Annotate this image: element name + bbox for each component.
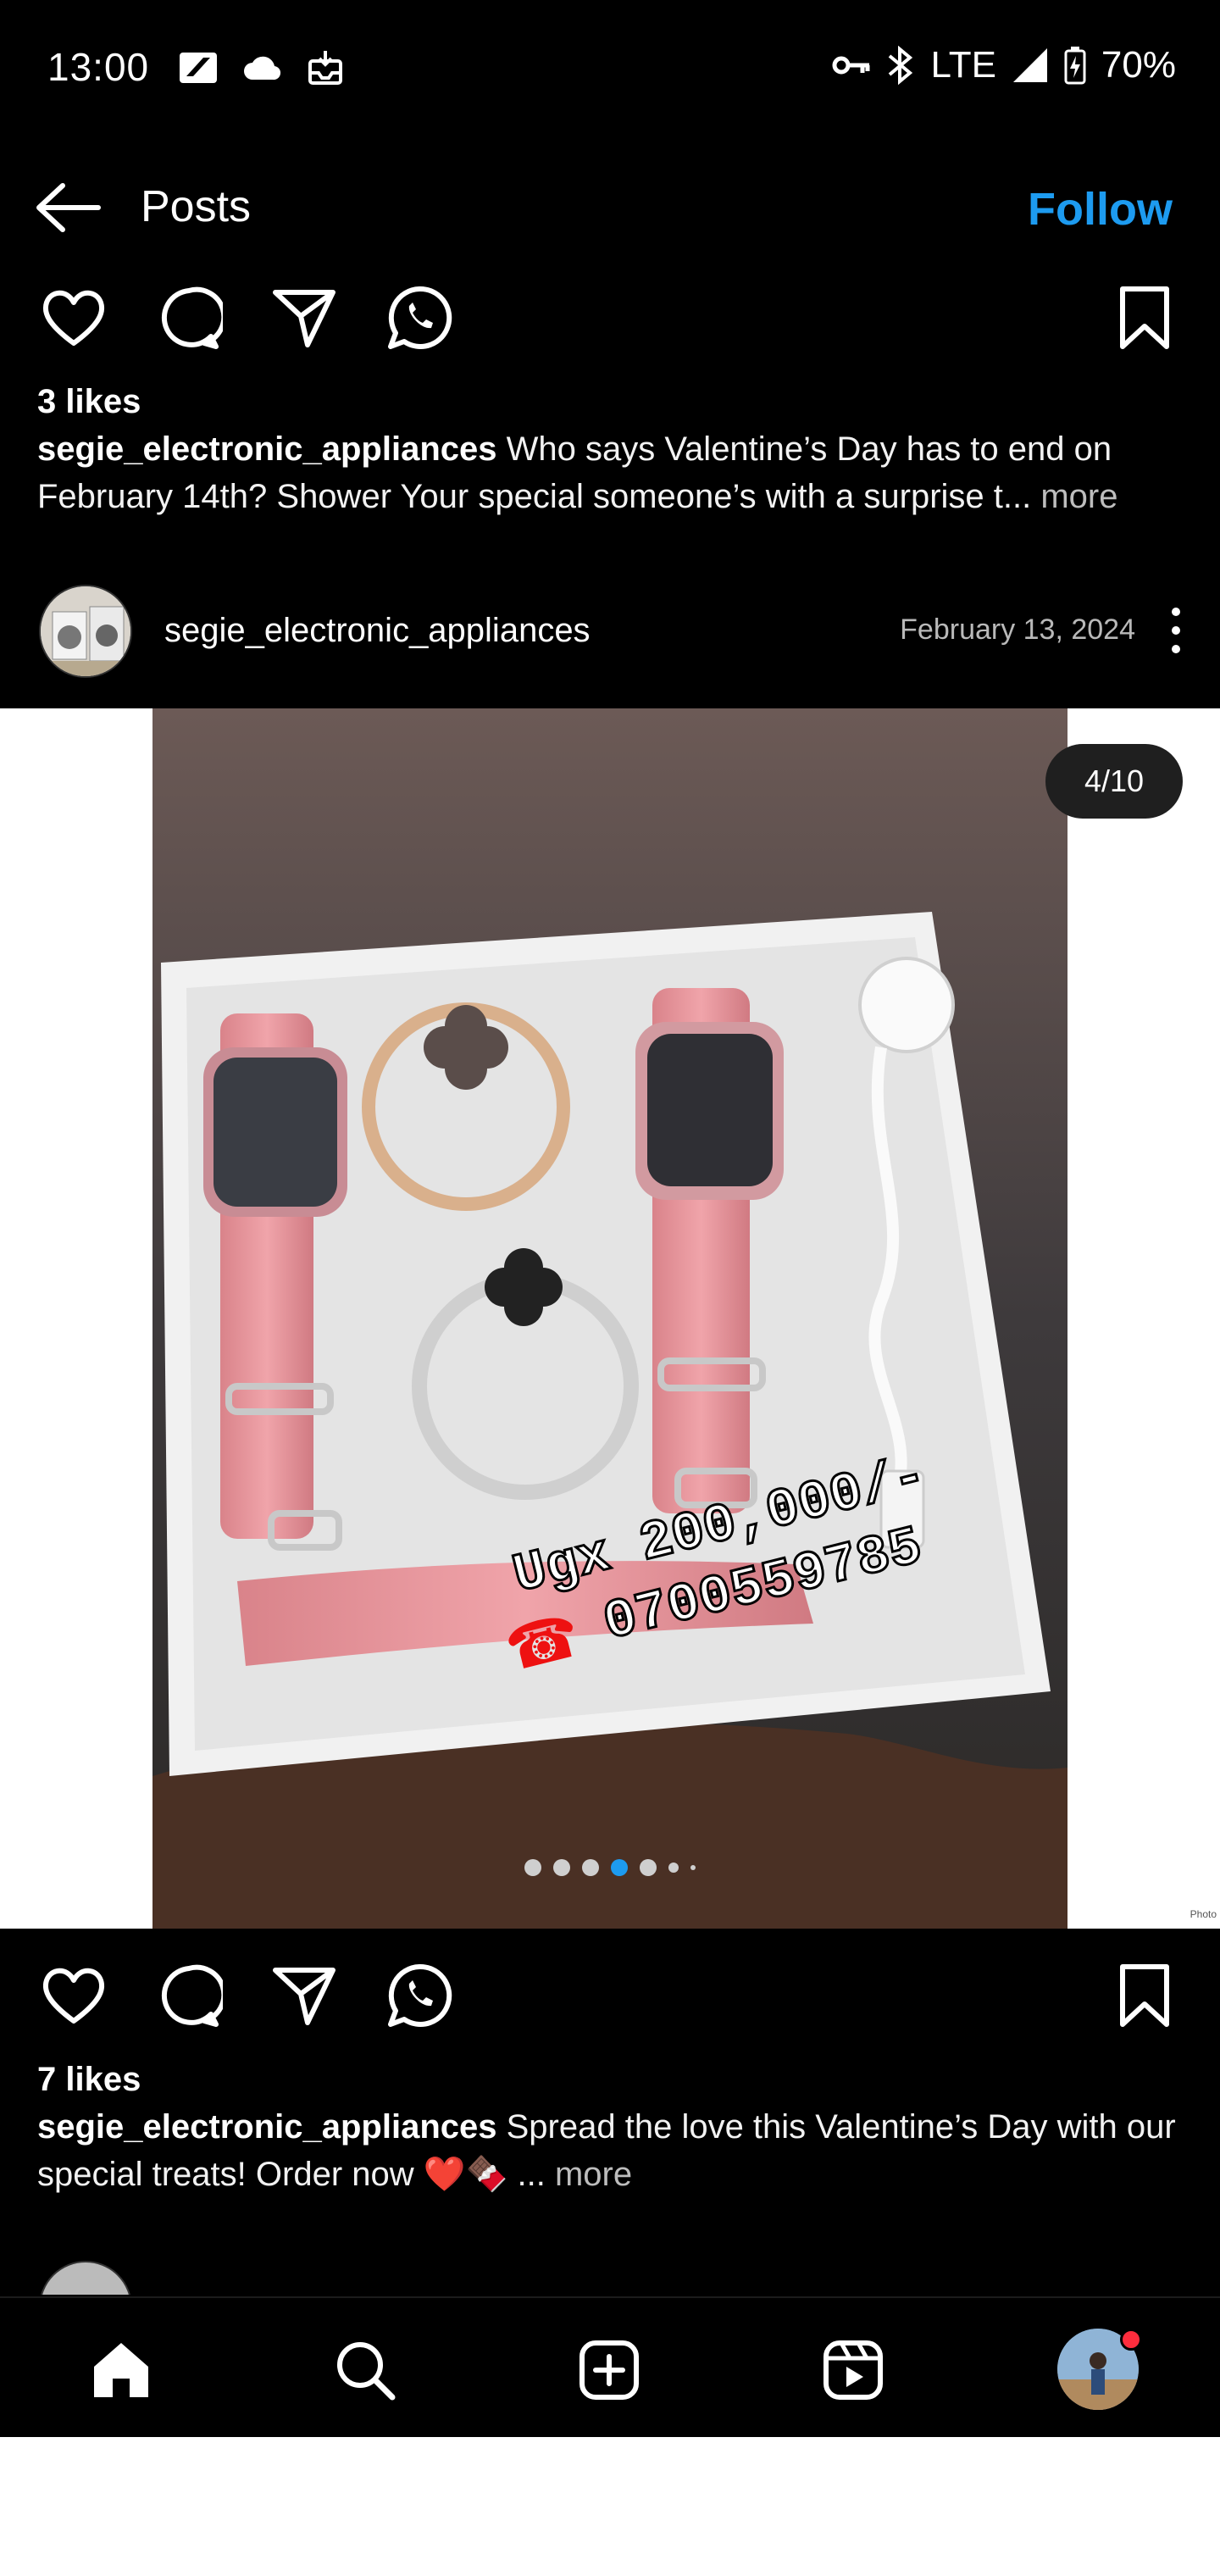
next-post-avatar-peek [39, 2261, 132, 2295]
reels-icon [824, 2340, 883, 2400]
post-media-carousel[interactable]: Ugx 200,000/- 0700559785 ☎ 4/10 Photo [0, 708, 1220, 1929]
post-date: February 13, 2024 [900, 613, 1135, 646]
carousel-dot [524, 1859, 541, 1876]
author-username[interactable]: segie_electronic_appliances [164, 612, 591, 650]
bottom-navigation [0, 2296, 1220, 2437]
home-icon [94, 2343, 148, 2397]
nav-search[interactable] [327, 2332, 403, 2408]
comment-icon [161, 1964, 223, 2027]
carousel-counter: 4/10 [1045, 744, 1183, 819]
search-icon [337, 2342, 396, 2401]
post1-more-link[interactable]: more [1040, 478, 1117, 515]
page-title: Posts [141, 182, 252, 231]
nav-create[interactable] [571, 2332, 647, 2408]
carousel-dot [553, 1859, 570, 1876]
carousel-dot [640, 1859, 657, 1876]
post2-actions [0, 1957, 1220, 2042]
post2-likes[interactable]: 7 likes [37, 2061, 141, 2099]
whatsapp-icon [388, 1963, 452, 2027]
post1-caption: segie_electronic_appliances Who says Val… [37, 425, 1190, 520]
cloud-icon [244, 56, 281, 80]
save-button[interactable] [1106, 1957, 1183, 2034]
photo-tag: Photo [1190, 1908, 1217, 1920]
battery-icon [1064, 47, 1086, 85]
system-area [0, 2437, 1220, 2576]
author-avatar[interactable] [39, 585, 132, 678]
post2-more-link[interactable]: more [555, 2156, 632, 2193]
like-button[interactable] [36, 280, 112, 356]
inbox-icon [308, 51, 342, 85]
status-time: 13:00 [47, 45, 150, 89]
post1-likes[interactable]: 3 likes [37, 383, 141, 421]
carousel-dot [668, 1863, 679, 1873]
nav-reels[interactable] [815, 2332, 891, 2408]
status-icons-right: LTE 70% [832, 44, 1176, 86]
nav-profile-avatar[interactable] [1057, 2329, 1142, 2410]
comment-button[interactable] [151, 1957, 227, 2034]
post1-caption-username[interactable]: segie_electronic_appliances [37, 430, 497, 468]
carousel-dot [690, 1865, 696, 1870]
post2-caption-username[interactable]: segie_electronic_appliances [37, 2108, 497, 2146]
comment-icon [161, 286, 223, 349]
share-button[interactable] [266, 1957, 342, 2034]
status-bar: 13:00 LTE 70% [0, 0, 1220, 136]
comment-button[interactable] [151, 280, 227, 356]
post2-caption: segie_electronic_appliances Spread the l… [37, 2103, 1190, 2198]
post-photo: Ugx 200,000/- 0700559785 ☎ [152, 708, 1068, 1929]
app-header: Posts Follow [0, 169, 1220, 246]
send-icon [273, 1968, 336, 2025]
post1-actions [0, 280, 1220, 364]
whatsapp-button[interactable] [381, 1957, 458, 2034]
create-icon [580, 2340, 639, 2400]
carousel-dots [0, 1859, 1220, 1876]
heart-icon [42, 290, 105, 346]
post2-header: segie_electronic_appliances February 13,… [0, 585, 1220, 678]
network-type: LTE [930, 44, 996, 86]
arrow-left-icon [36, 183, 101, 232]
whatsapp-icon [388, 286, 452, 349]
more-options-button[interactable] [1157, 597, 1195, 664]
key-icon [832, 56, 870, 75]
whatsapp-button[interactable] [381, 280, 458, 356]
like-button[interactable] [36, 1957, 112, 2034]
status-icons-left [178, 49, 344, 86]
share-button[interactable] [266, 280, 342, 356]
heart-icon [42, 1968, 105, 2024]
carousel-dot-active [611, 1859, 628, 1876]
signal-icon [1012, 48, 1047, 82]
follow-button[interactable]: Follow [1028, 183, 1173, 236]
send-icon [273, 290, 336, 347]
carousel-dot [582, 1859, 599, 1876]
save-button[interactable] [1106, 280, 1183, 356]
battery-percent: 70% [1101, 44, 1176, 86]
back-button[interactable] [34, 178, 102, 237]
notification-dot [1120, 2329, 1142, 2351]
bookmark-icon [1120, 286, 1169, 349]
nav-home[interactable] [83, 2332, 159, 2408]
bluetooth-icon [889, 46, 913, 85]
bookmark-icon [1120, 1964, 1169, 2027]
news-icon [180, 53, 217, 83]
